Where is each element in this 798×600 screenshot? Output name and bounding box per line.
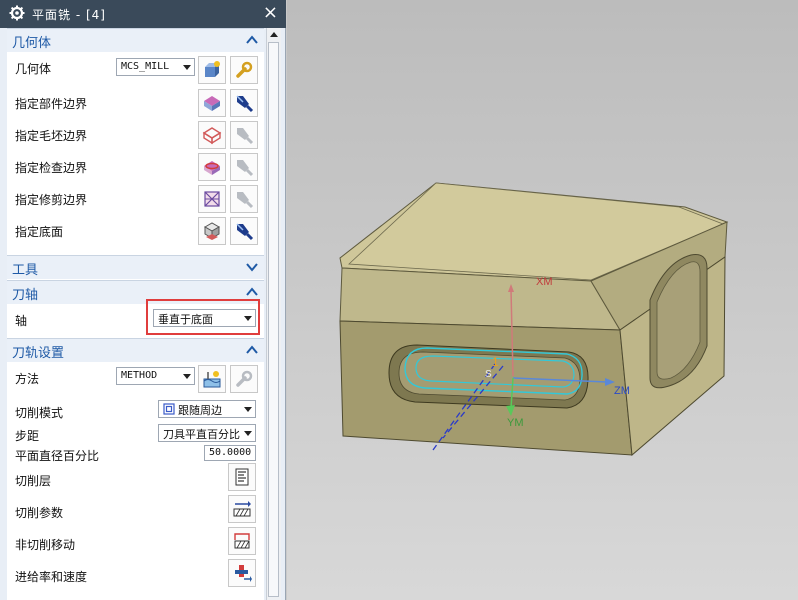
edit-geometry-button[interactable] <box>230 56 258 84</box>
non-cutting-label: 非切削移动 <box>15 538 76 552</box>
section-geometry-header[interactable]: 几何体 <box>7 28 264 52</box>
follow-periphery-icon <box>163 403 175 415</box>
trim-boundary-icon <box>204 191 220 207</box>
blank-boundary-button[interactable] <box>198 121 226 149</box>
section-geometry-title: 几何体 <box>12 36 52 51</box>
cut-params-icon <box>233 501 251 517</box>
check-boundary-display-button <box>230 153 258 181</box>
close-button[interactable]: × <box>263 3 278 23</box>
flashlight-disabled-icon <box>237 192 254 209</box>
check-boundary-button[interactable] <box>198 153 226 181</box>
axis-highlight-box <box>146 299 260 335</box>
section-tools-title: 工具 <box>12 263 39 278</box>
new-method-icon <box>203 371 221 388</box>
gear-icon <box>9 5 25 21</box>
feeds-label: 进给率和速度 <box>15 570 88 584</box>
trim-boundary-button[interactable] <box>198 185 226 213</box>
dialog-title: 平面铣 - [4] <box>32 8 106 22</box>
scrollbar-thumb[interactable] <box>268 42 279 597</box>
stepover-label: 步距 <box>15 429 40 443</box>
panel-scrollbar[interactable] <box>266 28 281 600</box>
method-select[interactable]: METHOD <box>116 367 195 385</box>
feeds-speeds-button[interactable] <box>228 559 256 587</box>
percent-label: 平面直径百分比 <box>15 449 100 463</box>
wrench-icon <box>236 61 253 78</box>
floor-display-button[interactable] <box>230 217 258 245</box>
section-tools-header[interactable]: 工具 <box>7 255 264 279</box>
dropdown-arrow-icon <box>244 407 252 412</box>
cut-pattern-select[interactable]: 跟随周边 <box>158 400 256 418</box>
scroll-up-icon[interactable] <box>269 30 279 38</box>
flashlight-icon <box>236 223 254 241</box>
geometry-select[interactable]: MCS_MILL <box>116 58 195 76</box>
stepover-select[interactable]: 刀具平直百分比 <box>158 424 256 442</box>
part-boundary-icon <box>204 96 220 111</box>
dropdown-arrow-icon <box>244 431 252 436</box>
blank-boundary-label: 指定毛坯边界 <box>15 129 88 143</box>
operation-dialog: 平面铣 - [4] × 几何体 几何体 MCS_MILL 指定部件边界 指定毛坯… <box>0 0 286 600</box>
cut-levels-label: 切削层 <box>15 474 52 488</box>
start-marker-s: S <box>485 369 492 380</box>
method-select-value: METHOD <box>121 370 158 381</box>
wrench-disabled-icon <box>236 370 253 387</box>
cut-params-button[interactable] <box>228 495 256 523</box>
new-geometry-button[interactable] <box>198 56 226 84</box>
section-axis-title: 刀轴 <box>12 288 39 303</box>
percent-input[interactable]: 50.0000 <box>204 445 256 461</box>
section-path-header[interactable]: 刀轨设置 <box>7 338 264 362</box>
dropdown-arrow-icon <box>183 65 191 70</box>
cut-levels-icon <box>235 468 249 486</box>
graphics-viewport[interactable]: XM YM ZM 1 S <box>287 0 798 600</box>
cut-levels-button[interactable] <box>228 463 256 491</box>
axis-label: 轴 <box>15 314 28 328</box>
percent-input-value: 50.0000 <box>209 447 252 458</box>
non-cutting-icon <box>234 533 250 549</box>
start-marker-label: 1 <box>492 355 499 369</box>
check-boundary-label: 指定检查边界 <box>15 161 88 175</box>
geometry-select-value: MCS_MILL <box>121 61 170 72</box>
chevron-up-icon[interactable] <box>246 287 258 297</box>
dropdown-arrow-icon <box>183 374 191 379</box>
feeds-speeds-icon <box>235 565 252 582</box>
stepover-select-value: 刀具平直百分比 <box>163 428 240 441</box>
section-path-title: 刀轨设置 <box>12 346 65 361</box>
flashlight-disabled-icon <box>237 128 254 145</box>
axis-xm-label: XM <box>536 276 553 288</box>
chevron-down-icon[interactable] <box>246 262 258 272</box>
part-boundary-label: 指定部件边界 <box>15 97 88 111</box>
trim-boundary-display-button <box>230 185 258 213</box>
floor-icon <box>203 222 221 240</box>
edit-method-button <box>230 365 258 393</box>
part-boundary-button[interactable] <box>198 89 226 117</box>
non-cutting-button[interactable] <box>228 527 256 555</box>
blank-boundary-icon <box>202 127 222 145</box>
blank-boundary-display-button <box>230 121 258 149</box>
geometry-label: 几何体 <box>15 62 52 76</box>
chevron-up-icon[interactable] <box>246 345 258 355</box>
floor-button[interactable] <box>198 217 226 245</box>
cut-pattern-label: 切削模式 <box>15 406 64 420</box>
cut-params-label: 切削参数 <box>15 506 64 520</box>
flashlight-icon <box>236 95 254 113</box>
flashlight-disabled-icon <box>237 160 254 177</box>
axis-zm-label: ZM <box>614 385 630 397</box>
new-method-button[interactable] <box>198 365 226 393</box>
cut-pattern-select-value: 跟随周边 <box>178 404 222 417</box>
dialog-titlebar[interactable]: 平面铣 - [4] × <box>0 0 286 28</box>
part-boundary-display-button[interactable] <box>230 89 258 117</box>
new-geometry-icon <box>205 61 220 77</box>
trim-boundary-label: 指定修剪边界 <box>15 193 88 207</box>
method-label: 方法 <box>15 372 40 386</box>
chevron-up-icon[interactable] <box>246 35 258 45</box>
part-model: XM YM ZM 1 S <box>287 0 798 600</box>
axis-ym-label: YM <box>507 417 524 429</box>
check-boundary-icon <box>204 161 220 175</box>
floor-label: 指定底面 <box>15 225 64 239</box>
